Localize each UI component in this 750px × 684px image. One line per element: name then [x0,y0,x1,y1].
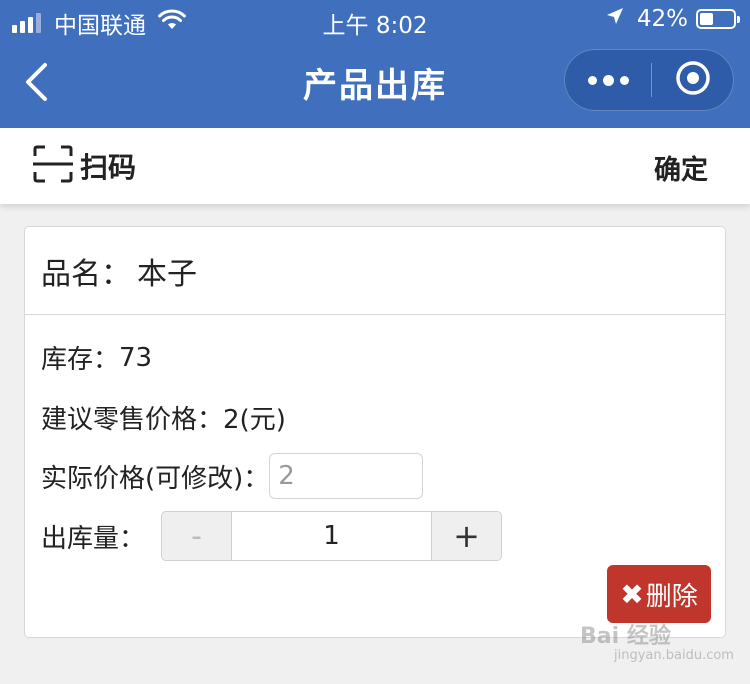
product-name: 本子 [137,256,197,292]
quantity-label: 出库量： [41,523,146,554]
product-card: 品名： 本子 库存： 73 建议零售价格： 2(元) 实际价格(可修改)： 出库… [24,226,726,638]
more-button[interactable] [565,50,651,110]
quantity-row: 出库量： - 1 + [41,511,503,561]
stock-label: 库存： [41,345,120,375]
product-name-row: 品名： 本子 [25,227,725,315]
status-bar: 中国联通 上午 8:02 42% [0,0,750,40]
battery-percent: 42% [636,6,688,32]
close-target-icon [675,60,711,100]
watermark-url: jingyan.baidu.com [614,648,734,663]
increment-button[interactable]: + [431,512,502,560]
scan-frame-icon [32,144,74,188]
confirm-button[interactable]: 确定 [654,148,708,187]
decrement-button[interactable]: - [162,512,233,560]
product-name-label: 品名： [41,256,131,292]
watermark-logo: Bai 经验 [580,624,671,649]
mini-program-capsule [564,49,734,111]
close-button[interactable] [652,50,733,110]
actual-price-row: 实际价格(可修改)： [41,453,424,499]
delete-label: 删除 [645,581,698,612]
delete-button[interactable]: ✖ 删除 [607,565,711,623]
stock-value: 73 [119,342,153,373]
battery-level [700,13,714,25]
delete-x-icon: ✖ [620,577,644,611]
scan-label: 扫码 [80,151,137,184]
battery-icon [696,9,740,29]
quantity-value[interactable]: 1 [232,512,432,560]
quantity-stepper: - 1 + [161,511,503,561]
suggested-price-value: 2(元) [223,405,286,435]
actual-price-input[interactable] [269,453,424,499]
suggested-price-row: 建议零售价格： 2(元) [41,399,286,436]
status-right: 42% [605,6,740,32]
nav-bar: 产品出库 [0,40,750,128]
suggested-price-label: 建议零售价格： [41,405,224,435]
toolbar: 扫码 确定 [0,128,750,204]
scan-button[interactable]: 扫码 [32,144,137,188]
stock-row: 库存： 73 [41,339,152,376]
actual-price-label: 实际价格(可修改)： [41,463,270,494]
location-arrow-icon [605,6,625,32]
